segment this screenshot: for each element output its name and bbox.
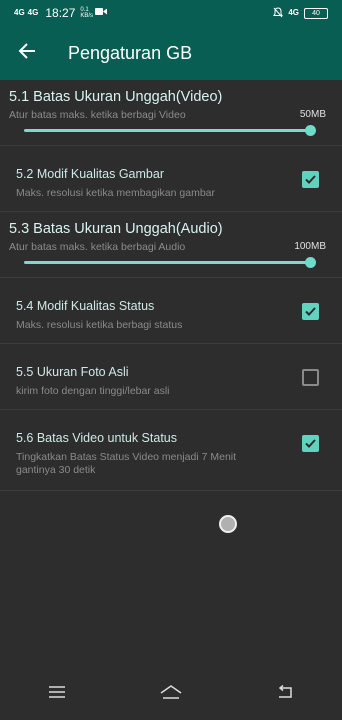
network-indicator-2: 4G <box>27 8 39 17</box>
pref-value: 100MB <box>294 241 326 252</box>
status-video-limit-pref[interactable]: 5.6 Batas Video untuk Status Tingkatkan … <box>0 410 342 491</box>
checkmark-icon <box>305 175 316 184</box>
touch-indicator <box>219 515 237 533</box>
system-back-button[interactable] <box>265 674 305 714</box>
slider-thumb[interactable] <box>305 257 316 268</box>
back-icon <box>276 684 294 704</box>
slider-track[interactable] <box>24 129 311 132</box>
app-bar: Pengaturan GB <box>0 26 342 80</box>
image-quality-pref[interactable]: 5.2 Modif Kualitas Gambar Maks. resolusi… <box>0 146 342 212</box>
video-record-icon <box>95 7 108 19</box>
pref-title: 5.5 Ukuran Foto Asli <box>16 365 129 379</box>
battery-icon: 40 <box>304 7 328 19</box>
pref-summary: Maks. resolusi ketika membagikan gambar <box>16 187 215 199</box>
checkmark-icon <box>305 439 316 448</box>
pref-title: 5.1 Batas Ukuran Unggah(Video) <box>9 89 223 105</box>
menu-button[interactable] <box>37 674 77 714</box>
arrow-left-icon <box>18 42 36 64</box>
network-indicator-1: 4G <box>14 8 25 17</box>
pref-summary: kirim foto dengan tinggi/lebar asli <box>16 385 170 397</box>
status-bar: 4G 4G 18:27 0.1 KB/s 4G 40 <box>0 0 342 26</box>
status-quality-checkbox[interactable] <box>302 303 319 320</box>
network-speed: 0.1 KB/s <box>80 7 94 19</box>
pref-title: 5.3 Batas Ukuran Unggah(Audio) <box>9 221 223 237</box>
navigation-bar <box>0 668 342 720</box>
original-photo-checkbox[interactable] <box>302 369 319 386</box>
page-title: Pengaturan GB <box>68 42 193 63</box>
back-button[interactable] <box>0 26 54 80</box>
pref-title: 5.4 Modif Kualitas Status <box>16 299 155 313</box>
pref-value: 50MB <box>299 109 326 120</box>
settings-list: 5.1 Batas Ukuran Unggah(Video) Atur bata… <box>0 80 342 491</box>
status-time: 18:27 <box>45 6 76 20</box>
menu-icon <box>49 685 65 704</box>
network-indicator-3: 4G <box>288 8 299 17</box>
status-quality-pref[interactable]: 5.4 Modif Kualitas Status Maks. resolusi… <box>0 278 342 344</box>
slider-thumb[interactable] <box>305 125 316 136</box>
pref-summary: Atur batas maks. ketika berbagi Audio <box>9 241 186 253</box>
image-quality-checkbox[interactable] <box>302 171 319 188</box>
home-icon <box>160 684 182 704</box>
original-photo-pref[interactable]: 5.5 Ukuran Foto Asli kirim foto dengan t… <box>0 344 342 410</box>
pref-title: 5.2 Modif Kualitas Gambar <box>16 167 164 181</box>
battery-level: 40 <box>312 9 320 17</box>
status-video-limit-checkbox[interactable] <box>302 435 319 452</box>
pref-summary: Atur batas maks. ketika berbagi Video <box>9 109 186 121</box>
slider-track[interactable] <box>24 261 311 264</box>
audio-upload-limit-pref[interactable]: 5.3 Batas Ukuran Unggah(Audio) Atur bata… <box>0 212 342 278</box>
mute-icon <box>273 6 284 20</box>
video-upload-limit-pref[interactable]: 5.1 Batas Ukuran Unggah(Video) Atur bata… <box>0 80 342 146</box>
pref-title: 5.6 Batas Video untuk Status <box>16 431 177 445</box>
checkmark-icon <box>305 307 316 316</box>
pref-summary: Maks. resolusi ketika berbagi status <box>16 319 183 331</box>
pref-summary: Tingkatkan Batas Status Video menjadi 7 … <box>16 451 237 476</box>
home-button[interactable] <box>151 674 191 714</box>
